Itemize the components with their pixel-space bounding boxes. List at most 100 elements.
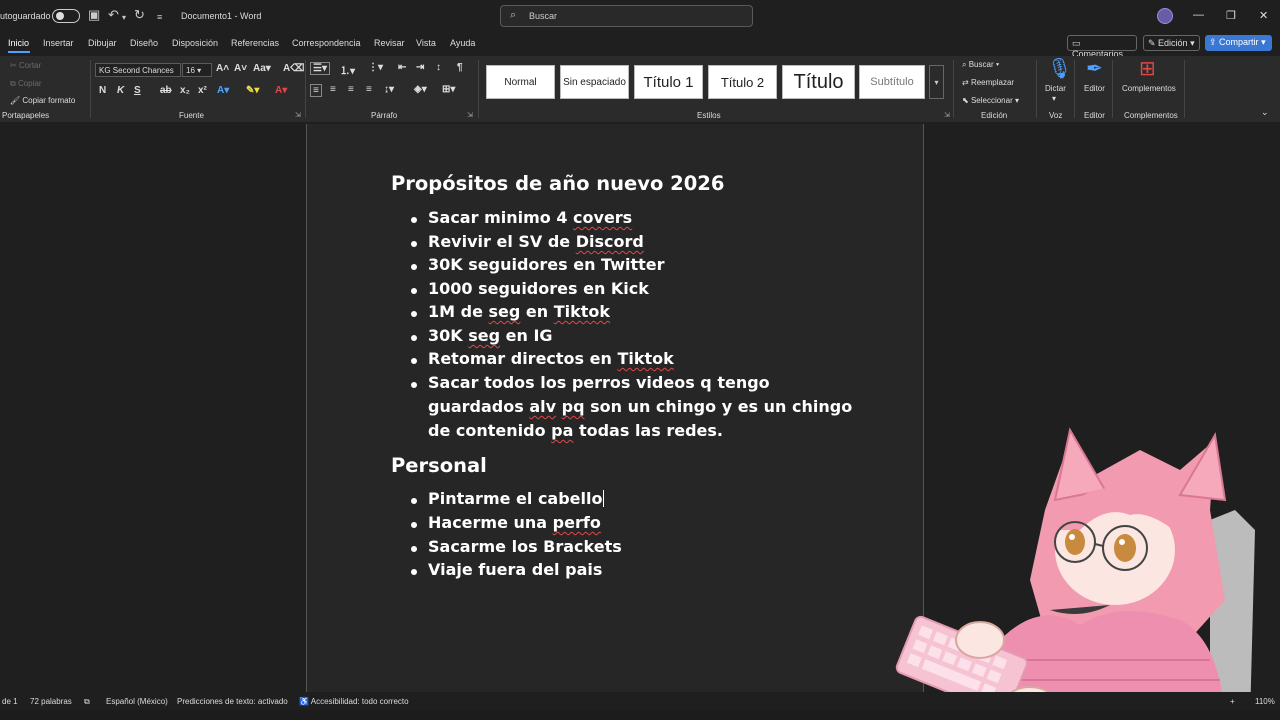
collapse-ribbon-icon[interactable]: ⌄ <box>1261 107 1269 118</box>
redo-icon[interactable]: ↻ <box>134 8 145 22</box>
copy-button[interactable]: ⧉ Copiar <box>10 79 42 89</box>
line-spacing-icon[interactable]: ↨▾ <box>384 84 394 95</box>
strikethrough-icon[interactable]: ab <box>160 85 172 96</box>
style-subtitle[interactable]: Subtítulo <box>859 65 925 99</box>
autosave-toggle[interactable] <box>52 9 80 23</box>
list-item[interactable]: 1000 seguidores en Kick <box>428 279 649 298</box>
share-button[interactable]: ⇪ Compartir ▾ <box>1205 35 1272 51</box>
align-right-icon[interactable]: ≡ <box>348 84 354 95</box>
addins-button[interactable]: Complementos <box>1122 84 1176 93</box>
show-marks-icon[interactable]: ¶ <box>457 62 463 73</box>
dictate-dropdown-icon[interactable]: ▾ <box>1052 94 1056 103</box>
increase-indent-icon[interactable]: ⇥ <box>416 62 424 73</box>
find-button[interactable]: ⌕ Buscar ▾ <box>962 60 999 70</box>
text-effects-icon[interactable]: A▾ <box>217 85 229 96</box>
replace-button[interactable]: ⇄ Reemplazar <box>962 78 1014 87</box>
zoom-in-icon[interactable]: + <box>1230 697 1235 706</box>
grow-font-icon[interactable]: A˄ <box>216 63 229 74</box>
save-icon[interactable]: ▣ <box>88 8 100 22</box>
customize-toolbar-icon[interactable]: ≡ <box>157 10 162 24</box>
account-avatar[interactable] <box>1157 8 1173 24</box>
list-item[interactable]: Sacar minimo 4 covers <box>428 208 632 227</box>
editing-mode-button[interactable]: ✎ Edición ▾ <box>1143 35 1200 51</box>
tab-referencias[interactable]: Referencias <box>231 38 279 48</box>
tab-revisar[interactable]: Revisar <box>374 38 405 48</box>
comments-button[interactable]: ▭ Comentarios <box>1067 35 1137 59</box>
select-button[interactable]: ⬉ Seleccionar ▾ <box>962 96 1019 105</box>
multilevel-list-icon[interactable]: ⋮▾ <box>368 62 383 73</box>
font-size-select[interactable]: 16 ▾ <box>182 63 212 77</box>
misspelled-word[interactable]: seg <box>468 326 500 345</box>
tab-vista[interactable]: Vista <box>416 38 436 48</box>
list-item[interactable]: 1M de seg en Tiktok <box>428 302 610 321</box>
list-item-continuation[interactable]: guardados alv pq son un chingo y es un c… <box>428 397 852 416</box>
list-item[interactable]: Revivir el SV de Discord <box>428 232 644 251</box>
list-item[interactable]: Retomar directos en Tiktok <box>428 349 674 368</box>
proofing-icon[interactable]: ⧉ <box>84 697 90 707</box>
shading-icon[interactable]: ◈▾ <box>414 84 427 95</box>
clear-formatting-icon[interactable]: A⌫ <box>283 63 304 74</box>
highlight-color-icon[interactable]: ✎▾ <box>246 85 259 96</box>
undo-dropdown-icon[interactable]: ▾ <box>122 11 126 25</box>
change-case-icon[interactable]: Aa▾ <box>253 63 271 74</box>
word-count[interactable]: 72 palabras <box>30 697 72 706</box>
sort-icon[interactable]: ↕ <box>436 62 441 73</box>
misspelled-word[interactable]: seg <box>489 302 521 321</box>
accessibility-status[interactable]: ♿ Accesibilidad: todo correcto <box>299 697 409 706</box>
tab-ayuda[interactable]: Ayuda <box>450 38 475 48</box>
subscript-icon[interactable]: x₂ <box>180 85 190 96</box>
microphone-icon[interactable]: 🎙 <box>1047 59 1072 79</box>
font-dialog-launcher-icon[interactable]: ⇲ <box>295 111 301 119</box>
list-item[interactable]: 30K seg en IG <box>428 326 553 345</box>
list-item[interactable]: Sacar todos los perros videos q tengo <box>428 373 770 392</box>
misspelled-word[interactable]: Tiktok <box>617 349 673 368</box>
italic-icon[interactable]: K <box>117 85 124 96</box>
paragraph-dialog-launcher-icon[interactable]: ⇲ <box>467 111 473 119</box>
misspelled-word[interactable]: Tiktok <box>554 302 610 321</box>
style-heading2[interactable]: Título 2 <box>708 65 777 99</box>
superscript-icon[interactable]: x² <box>198 85 207 96</box>
list-item[interactable]: Pintarme el cabello <box>428 489 605 508</box>
misspelled-word[interactable]: pa <box>551 421 573 440</box>
search-input[interactable]: ⌕ Buscar <box>500 5 753 27</box>
styles-more-icon[interactable]: ▾ <box>929 65 944 99</box>
numbering-icon[interactable]: ⒈▾ <box>340 62 355 77</box>
undo-icon[interactable]: ↶ <box>108 8 119 22</box>
style-heading1[interactable]: Título 1 <box>634 65 703 99</box>
style-title[interactable]: Título <box>782 65 855 99</box>
list-item[interactable]: Sacarme los Brackets <box>428 537 622 556</box>
style-no-spacing[interactable]: Sin espaciado <box>560 65 629 99</box>
underline-icon[interactable]: S <box>134 85 141 96</box>
format-painter-button[interactable]: 🖌 Copiar formato <box>10 96 75 105</box>
decrease-indent-icon[interactable]: ⇤ <box>398 62 406 73</box>
zoom-level[interactable]: 110% <box>1255 697 1275 706</box>
misspelled-word[interactable]: Discord <box>576 232 644 251</box>
tab-correspondencia[interactable]: Correspondencia <box>292 38 361 48</box>
justify-icon[interactable]: ≡ <box>366 84 372 95</box>
list-item-continuation[interactable]: de contenido pa todas las redes. <box>428 421 723 440</box>
style-normal[interactable]: Normal <box>486 65 555 99</box>
heading-propositos[interactable]: Propósitos de año nuevo 2026 <box>391 172 724 195</box>
dictate-button[interactable]: Dictar <box>1045 84 1066 93</box>
misspelled-word[interactable]: perfo <box>553 513 601 532</box>
align-left-icon[interactable]: ≡ <box>310 84 322 97</box>
list-item[interactable]: 30K seguidores en Twitter <box>428 255 665 274</box>
addins-grid-icon[interactable]: ⊞ <box>1139 59 1156 79</box>
cut-button[interactable]: ✂ Cortar <box>10 61 41 70</box>
editor-button[interactable]: Editor <box>1084 84 1105 93</box>
styles-dialog-launcher-icon[interactable]: ⇲ <box>944 111 950 119</box>
restore-icon[interactable]: ❐ <box>1226 9 1236 22</box>
tab-disposicion[interactable]: Disposición <box>172 38 218 48</box>
tab-insertar[interactable]: Insertar <box>43 38 74 48</box>
font-name-select[interactable]: KG Second Chances <box>95 63 181 77</box>
bullets-icon[interactable]: ☰▾ <box>310 62 330 75</box>
misspelled-word[interactable]: pq <box>562 397 585 416</box>
close-icon[interactable]: ✕ <box>1259 9 1268 22</box>
list-item[interactable]: Hacerme una perfo <box>428 513 601 532</box>
misspelled-word[interactable]: covers <box>573 208 632 227</box>
list-item[interactable]: Viaje fuera del pais <box>428 560 602 579</box>
tab-inicio[interactable]: Inicio <box>8 38 29 48</box>
minimize-icon[interactable]: — <box>1193 9 1204 21</box>
language-indicator[interactable]: Español (México) <box>106 697 168 706</box>
align-center-icon[interactable]: ≡ <box>330 84 336 95</box>
